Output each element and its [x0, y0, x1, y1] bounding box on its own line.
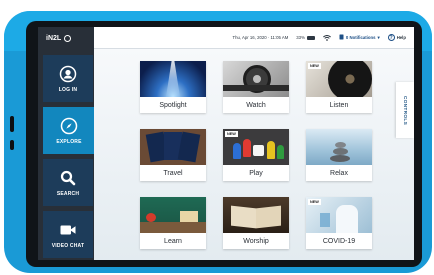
- sidebar-item-label: EXPLORE: [56, 138, 82, 145]
- tile-label: Worship: [243, 237, 269, 245]
- side-button: [10, 140, 14, 150]
- new-badge: NEW: [225, 131, 238, 137]
- tile-label: Listen: [329, 101, 349, 109]
- vinyl-record-image: NEW: [306, 61, 372, 97]
- tablet-screen: iN2L LOG IN EXPLORE SEARCH VIDEO CHAT Th…: [38, 27, 414, 260]
- chevron-down-icon: ▾: [377, 34, 380, 40]
- help-icon: ?: [387, 34, 395, 41]
- explore-grid: Spotlight Watch NEW Listen Travel NEW Pl…: [94, 49, 414, 260]
- side-button: [10, 116, 14, 132]
- tile-label: COVID-19: [322, 237, 356, 245]
- chalkboard-image: [140, 197, 206, 233]
- tile-label: Travel: [163, 169, 183, 177]
- sidebar-item-label: VIDEO CHAT: [51, 242, 85, 249]
- tile-learn[interactable]: Learn: [140, 197, 206, 249]
- bell-icon: [339, 34, 344, 41]
- stacked-stones-image: [306, 129, 372, 165]
- search-icon: [60, 170, 76, 185]
- sidebar-item-log-in[interactable]: LOG IN: [43, 55, 93, 102]
- spotlight-image: [140, 61, 206, 97]
- controls-label: CONTROLS: [402, 95, 408, 125]
- tile-label: Relax: [330, 169, 348, 177]
- video-camera-icon: [60, 225, 76, 234]
- new-badge: NEW: [308, 63, 321, 69]
- tile-label: Spotlight: [159, 101, 187, 109]
- brand-mark-icon: [64, 34, 72, 42]
- sidebar-item-search[interactable]: SEARCH: [43, 159, 93, 206]
- top-bar: Thu, Apr 16, 2020 · 11:05 AM 33% 0 Notif…: [94, 27, 414, 49]
- tile-label: Play: [249, 169, 263, 177]
- sidebar: iN2L LOG IN EXPLORE SEARCH VIDEO CHAT: [38, 27, 103, 260]
- battery-icon: [306, 35, 315, 40]
- tile-label: Watch: [246, 101, 266, 109]
- tile-spotlight[interactable]: Spotlight: [140, 61, 206, 113]
- open-book-image: [223, 197, 289, 233]
- battery-percent: 33%: [296, 35, 305, 40]
- sidebar-item-label: SEARCH: [56, 190, 80, 197]
- controls-tab[interactable]: CONTROLS: [396, 82, 414, 138]
- tile-covid-19[interactable]: NEW COVID-19: [306, 197, 372, 249]
- sidebar-item-explore[interactable]: EXPLORE: [43, 107, 103, 154]
- tile-travel[interactable]: Travel: [140, 129, 206, 181]
- tile-worship[interactable]: Worship: [223, 197, 289, 249]
- brand-text: iN2L: [46, 34, 62, 42]
- compass-icon: [60, 117, 78, 134]
- game-pieces-image: NEW: [223, 129, 289, 165]
- battery-status: 33%: [296, 35, 315, 40]
- sidebar-item-video-chat[interactable]: VIDEO CHAT: [43, 211, 93, 258]
- film-reel-image: [223, 61, 289, 97]
- tile-watch[interactable]: Watch: [223, 61, 289, 113]
- date-time: Thu, Apr 16, 2020 · 11:05 AM: [232, 35, 289, 40]
- passports-image: [140, 129, 206, 165]
- tile-play[interactable]: NEW Play: [223, 129, 289, 181]
- notifications-label: 0 Notifications: [345, 35, 376, 40]
- brand-logo: iN2L: [38, 27, 94, 49]
- help-label: Help: [396, 35, 406, 40]
- lab-scientist-image: NEW: [306, 197, 372, 233]
- sidebar-item-label: LOG IN: [58, 86, 78, 93]
- new-badge: NEW: [308, 199, 321, 205]
- user-circle-icon: [59, 65, 77, 82]
- tile-listen[interactable]: NEW Listen: [306, 61, 372, 113]
- tile-label: Learn: [164, 237, 182, 245]
- help-button[interactable]: ? Help: [387, 34, 406, 41]
- notifications-button[interactable]: 0 Notifications ▾: [339, 34, 380, 41]
- wifi-icon: [322, 34, 331, 41]
- tile-relax[interactable]: Relax: [306, 129, 372, 181]
